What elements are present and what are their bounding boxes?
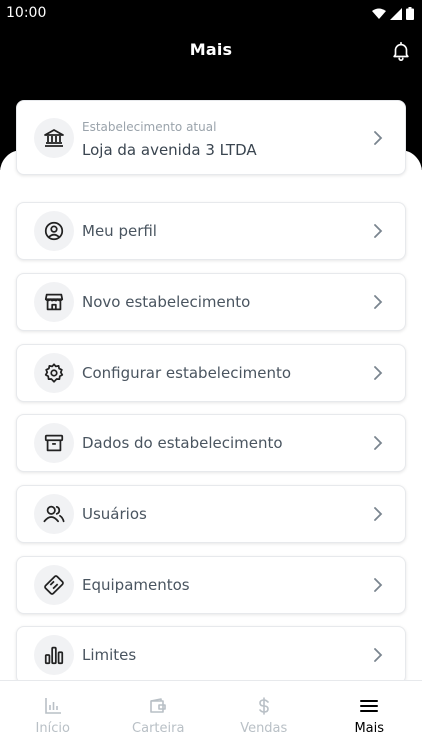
status-bar: 10:00: [0, 0, 422, 28]
chevron-right-icon: [374, 436, 383, 450]
system-icons: [372, 7, 414, 20]
chevron-right-icon: [374, 224, 383, 238]
menu-icon: [360, 700, 379, 712]
menu-item-label: Usuários: [82, 505, 147, 523]
menu-item-novo-estabelecimento[interactable]: Novo estabelecimento: [16, 273, 406, 331]
tab-mais[interactable]: Mais: [317, 681, 422, 750]
menu-item-label: Dados do estabelecimento: [82, 434, 283, 452]
menu-item-limites[interactable]: Limites: [16, 626, 406, 684]
menu-item-usuarios[interactable]: Usuários: [16, 485, 406, 543]
card-reader-icon: [34, 565, 74, 605]
wallet-icon: [150, 698, 167, 713]
tab-carteira[interactable]: Carteira: [106, 681, 212, 750]
menu-item-dados-do-estabelecimento[interactable]: Dados do estabelecimento: [16, 414, 406, 472]
store-icon: [34, 282, 74, 322]
gear-icon: [34, 353, 74, 393]
chevron-right-icon: [374, 295, 383, 309]
menu-item-equipamentos[interactable]: Equipamentos: [16, 556, 406, 614]
battery-icon: [406, 7, 414, 20]
current-establishment-card[interactable]: Estabelecimento atual Loja da avenida 3 …: [16, 100, 406, 175]
tab-label: Carteira: [132, 721, 185, 736]
tab-vendas[interactable]: Vendas: [211, 681, 317, 750]
menu-item-label: Equipamentos: [82, 576, 190, 594]
menu-item-label: Limites: [82, 646, 137, 664]
bell-icon[interactable]: [390, 40, 412, 62]
establishment-name: Loja da avenida 3 LTDA: [82, 141, 257, 159]
status-time: 10:00: [6, 5, 47, 21]
tab-label: Vendas: [240, 721, 288, 736]
archive-icon: [34, 423, 74, 463]
tab-inicio[interactable]: Início: [0, 681, 106, 750]
dollar-icon: [258, 697, 269, 715]
menu-item-meu-perfil[interactable]: Meu perfil: [16, 202, 406, 260]
establishment-caption: Estabelecimento atual: [82, 120, 217, 134]
chevron-right-icon: [374, 648, 383, 662]
chart-icon: [44, 698, 61, 714]
menu-item-configurar-estabelecimento[interactable]: Configurar estabelecimento: [16, 344, 406, 402]
bank-icon: [34, 117, 74, 158]
chevron-right-icon: [374, 130, 383, 145]
signal-icon: [390, 7, 402, 20]
menu-item-label: Meu perfil: [82, 222, 157, 240]
bottom-navigation: Início Carteira Vendas Mais: [0, 680, 422, 750]
chevron-right-icon: [374, 578, 383, 592]
user-circle-icon: [34, 211, 74, 251]
chevron-right-icon: [374, 507, 383, 521]
wifi-icon: [372, 8, 386, 19]
tab-label: Início: [35, 721, 70, 736]
bar-chart-icon: [34, 635, 74, 675]
page-title: Mais: [189, 40, 233, 59]
menu-item-label: Configurar estabelecimento: [82, 364, 292, 382]
users-icon: [34, 494, 74, 534]
menu-item-label: Novo estabelecimento: [82, 293, 251, 311]
chevron-right-icon: [374, 366, 383, 380]
tab-label: Mais: [354, 721, 385, 736]
